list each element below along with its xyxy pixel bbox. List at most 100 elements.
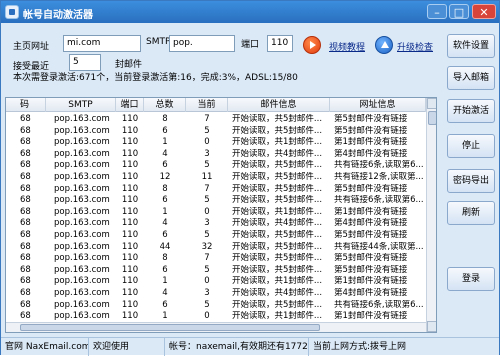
table-cell: 第1封邮件没有链接 <box>334 137 408 148</box>
col-header[interactable]: 邮件信息 <box>228 98 330 112</box>
app-icon <box>5 5 19 19</box>
smtp-input[interactable]: pop. <box>169 35 235 52</box>
table-cell: pop.163.com <box>54 195 110 206</box>
scroll-down-icon[interactable] <box>427 321 436 332</box>
table-row[interactable]: 68 pop.163.com 110 1 0 开始读取，共1封邮件... 第1封邮件没有链接 <box>6 311 426 322</box>
start-activate-button[interactable]: 开始激活 <box>447 99 495 123</box>
scroll-thumb[interactable] <box>20 324 320 331</box>
table-row[interactable]: 68 pop.163.com 110 1 0 开始读取，共1封邮件... 第1封邮件没有链接 <box>6 276 426 287</box>
table-row[interactable]: 68 pop.163.com 110 6 5 开始读取，共5封邮件... 第5封邮件没有链接 <box>6 126 426 137</box>
table-cell: 110 <box>121 195 139 206</box>
table-cell: 4 <box>162 218 168 229</box>
upgrade-link[interactable]: 升级检查 <box>397 40 433 53</box>
table-cell: 第1封邮件没有链接 <box>334 276 408 287</box>
table-cell: 68 <box>20 276 31 287</box>
settings-button[interactable]: 软件设置 <box>447 34 495 58</box>
table-cell: pop.163.com <box>54 160 110 171</box>
login-button[interactable]: 登录 <box>447 267 495 291</box>
col-header[interactable]: 码 <box>6 98 46 112</box>
col-header[interactable]: 网址信息 <box>330 98 426 112</box>
table-cell: 开始读取，共4封邮件... <box>232 218 323 229</box>
status-account: 帐号：naxemail,有效期还有1772天 <box>165 338 309 356</box>
stop-button[interactable]: 停止 <box>447 134 495 158</box>
table-cell: 68 <box>20 195 31 206</box>
table-cell: 68 <box>20 137 31 148</box>
table-cell: 3 <box>204 288 210 298</box>
table-cell: 6 <box>162 160 168 171</box>
col-header[interactable]: 端口 <box>116 98 144 112</box>
recent-input[interactable]: 5 <box>69 54 101 71</box>
table-row[interactable]: 68 pop.163.com 110 8 7 开始读取，共5封邮件... 第5封邮件没有链接 <box>6 114 426 125</box>
table-cell: 110 <box>121 264 139 275</box>
table-cell: 第4封邮件没有链接 <box>334 148 408 159</box>
table-cell: 110 <box>121 206 139 217</box>
table-cell: 110 <box>121 148 139 159</box>
table-cell: 开始读取，共5封邮件... <box>232 114 323 124</box>
close-button[interactable]: ✕ <box>472 4 496 19</box>
table-row[interactable]: 68 pop.163.com 110 1 0 开始读取，共1封邮件... 第1封邮件没有链接 <box>6 207 426 218</box>
minimize-button[interactable]: – <box>427 4 447 19</box>
port-input[interactable]: 110 <box>267 35 293 52</box>
window-title: 帐号自动激活器 <box>23 10 93 21</box>
col-header[interactable]: 总数 <box>144 98 186 112</box>
import-mailbox-button[interactable]: 导入邮箱 <box>447 66 495 90</box>
horizontal-scrollbar[interactable] <box>6 322 426 332</box>
homepage-input[interactable]: mi.com <box>63 35 141 52</box>
table-cell: 第5封邮件没有链接 <box>334 125 408 136</box>
tutorial-link[interactable]: 视频教程 <box>329 40 365 53</box>
table-cell: 8 <box>162 253 168 264</box>
table-row[interactable]: 68 pop.163.com 110 6 5 开始读取，共5封邮件... 共有链接6条,读取… <box>6 300 426 311</box>
table-cell: 开始读取，共5封邮件... <box>232 230 323 240</box>
status-network: 当前上网方式:拨号上网 <box>313 342 407 352</box>
table-row[interactable]: 68 pop.163.com 110 8 7 开始读取，共5封邮件... 第5封邮件没有链接 <box>6 184 426 195</box>
table-cell: pop.163.com <box>54 114 110 124</box>
table-row[interactable]: 68 pop.163.com 110 8 7 开始读取，共5封邮件... 第5封邮件没有链接 <box>6 253 426 264</box>
table-cell: 110 <box>121 125 139 136</box>
table-row[interactable]: 68 pop.163.com 110 4 3 开始读取，共4封邮件... 第4封邮件没有链接 <box>6 288 426 299</box>
table-row[interactable]: 68 pop.163.com 110 6 5 开始读取，共5封邮件... 共有链接6条,读取… <box>6 195 426 206</box>
col-header[interactable]: 当前 <box>186 98 228 112</box>
vertical-scrollbar[interactable] <box>426 98 436 332</box>
table-row[interactable]: 68 pop.163.com 110 1 0 开始读取，共1封邮件... 第1封邮件没有链接 <box>6 137 426 148</box>
table-cell: 5 <box>204 125 210 136</box>
col-header[interactable]: SMTP <box>46 98 116 112</box>
table-cell: pop.163.com <box>54 253 110 264</box>
table-cell: 5 <box>204 230 210 240</box>
table-cell: 1 <box>162 137 168 148</box>
table-cell: 68 <box>20 230 31 240</box>
table-cell: 开始读取，共4封邮件... <box>232 288 323 298</box>
maximize-button[interactable]: □ <box>449 4 469 19</box>
table-cell: 开始读取，共1封邮件... <box>232 137 323 148</box>
table-row[interactable]: 68 pop.163.com 110 4 3 开始读取，共4封邮件... 第4封邮件没有链接 <box>6 149 426 160</box>
table-cell: 0 <box>204 206 210 217</box>
export-password-button[interactable]: 密码导出 <box>447 169 495 193</box>
table-cell: 开始读取，共5封邮件... <box>232 253 323 264</box>
table-cell: 0 <box>204 276 210 287</box>
refresh-button[interactable]: 刷新 <box>447 201 495 225</box>
table-cell: 110 <box>121 183 139 194</box>
table-cell: pop.163.com <box>54 125 110 136</box>
table-cell: 开始读取，共5封邮件... <box>232 160 323 171</box>
table-cell: 开始读取，共5封邮件... <box>232 183 323 194</box>
table-cell: 68 <box>20 160 31 171</box>
table-cell: 68 <box>20 299 31 310</box>
homepage-label: 主页网址 <box>13 42 50 52</box>
table-cell: 6 <box>162 195 168 206</box>
table-row[interactable]: 68 pop.163.com 110 4 3 开始读取，共4封邮件... 第4封邮件没有链接 <box>6 218 426 229</box>
status-welcome: 欢迎使用 <box>89 338 165 356</box>
table-cell: pop.163.com <box>54 230 110 240</box>
table-row[interactable]: 68 pop.163.com 110 6 5 开始读取，共5封邮件... 第5封邮件没有链接 <box>6 230 426 241</box>
port-label: 端口 <box>241 40 260 50</box>
table-row[interactable]: 68 pop.163.com 110 6 5 开始读取，共5封邮件... 第5封邮件没有链接 <box>6 265 426 276</box>
table-row[interactable]: 68 pop.163.com 110 6 5 开始读取，共5封邮件... 共有链接6条,读取… <box>6 160 426 171</box>
table-row[interactable]: 68 pop.163.com 110 44 32 开始读取，共5封邮件... 共有链接44条… <box>6 242 426 253</box>
table-row[interactable]: 68 pop.163.com 110 12 11 开始读取，共5封邮件... 共有链接12条… <box>6 172 426 183</box>
account-table[interactable]: 码 SMTP 端口 总数 当前 邮件信息 网址信息 68 pop.163.com 1… <box>5 97 437 333</box>
play-icon[interactable] <box>303 36 321 54</box>
table-cell: 68 <box>20 218 31 229</box>
scroll-up-icon[interactable] <box>427 98 436 109</box>
scroll-thumb[interactable] <box>428 111 436 125</box>
upgrade-icon[interactable] <box>375 36 393 54</box>
table-cell: 5 <box>204 299 210 310</box>
table-cell: 开始读取，共1封邮件... <box>232 311 323 322</box>
